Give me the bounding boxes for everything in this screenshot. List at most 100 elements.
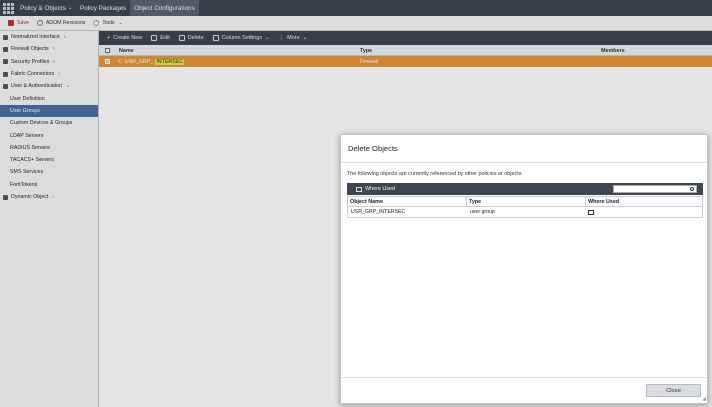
sidebar-item-user-authentication[interactable]: User & Authentication ⌄: [0, 80, 98, 92]
sidebar-item-label: TACACS+ Servers: [10, 157, 54, 164]
header-object-name[interactable]: Object Name: [348, 197, 383, 207]
where-used-icon: [356, 186, 362, 192]
adom-revisions-label: ADOM Revisions: [45, 20, 86, 26]
dialog-search-input[interactable]: [613, 185, 697, 193]
row-type-cell: Firewall: [360, 58, 379, 65]
trash-icon: [178, 35, 185, 41]
dialog-table-row[interactable]: USR_GRP_INTERSEC user group: [348, 207, 702, 217]
row-name-cell: ⚇ USR_GRP_ INTERSEC: [118, 56, 185, 67]
dialog-table-header: Object Name Type Where Used: [348, 197, 702, 207]
sidebar-item-radius-servers[interactable]: RADIUS Servers: [0, 142, 98, 154]
tools-menu[interactable]: Tools ⌄: [93, 20, 123, 26]
chevron-down-icon: ⌄: [118, 20, 123, 26]
search-icon: [690, 187, 694, 191]
column-settings-label: Column Settings: [221, 35, 263, 41]
interface-icon: [3, 34, 8, 40]
nav-object-configurations-label: Object Configurations: [134, 4, 195, 12]
sidebar-item-tacacs-servers[interactable]: TACACS+ Servers: [0, 154, 98, 166]
sidebar-item-label: Normalized Interface: [11, 34, 60, 41]
nav-policy-objects[interactable]: Policy & Objects ⌄: [16, 0, 76, 16]
delete-objects-dialog: Delete Objects The following objects are…: [340, 134, 708, 404]
header-where-used[interactable]: Where Used: [585, 197, 619, 207]
sidebar-item-firewall-objects[interactable]: Firewall Objects ›: [0, 43, 98, 55]
delete-button[interactable]: Delete: [178, 35, 204, 41]
save-icon: [8, 20, 14, 26]
sidebar-item-label: User & Authentication: [11, 83, 62, 90]
chevron-right-icon: ›: [52, 194, 55, 200]
revisions-icon: [36, 20, 43, 26]
edit-icon: [151, 35, 158, 41]
dialog-toolbar: Where Used: [347, 183, 703, 195]
sidebar-item-label: Security Profiles: [11, 58, 50, 65]
chevron-down-icon: ⌄: [265, 35, 270, 41]
adom-revisions-button[interactable]: ADOM Revisions: [36, 20, 86, 26]
nav-policy-packages[interactable]: Policy Packages: [76, 0, 130, 16]
sidebar-item-dynamic-object[interactable]: Dynamic Object ›: [0, 191, 98, 203]
nav-policy-packages-label: Policy Packages: [80, 4, 127, 12]
more-vertical-icon: ⋮: [278, 35, 285, 41]
more-button[interactable]: ⋮ More ⌄: [279, 35, 308, 41]
user-group-icon: ⚇: [118, 58, 123, 65]
sidebar-item-fabric-connectors[interactable]: Fabric Connectors ›: [0, 68, 98, 80]
columns-icon: [212, 35, 219, 41]
sidebar-item-security-profiles[interactable]: Security Profiles ›: [0, 56, 98, 68]
create-new-button[interactable]: + Create New: [107, 35, 142, 41]
checkbox-icon: [105, 48, 110, 53]
chevron-right-icon: ›: [52, 46, 55, 53]
save-button[interactable]: Save: [8, 20, 29, 26]
sidebar-item-user-groups[interactable]: User Groups: [0, 104, 98, 118]
firewall-icon: [3, 46, 8, 52]
chevron-right-icon: ›: [53, 58, 55, 65]
dialog-message: The following objects are currently refe…: [347, 171, 523, 177]
sidebar-item-normalized-interface[interactable]: Normalized Interface ›: [0, 31, 98, 43]
sidebar-item-label: User Groups: [10, 107, 41, 114]
sidebar-item-user-definition[interactable]: User Definition: [0, 92, 98, 104]
sidebar-item-custom-devices-groups[interactable]: Custom Devices & Groups: [0, 117, 98, 129]
checkbox-icon: [105, 59, 110, 64]
sidebar-item-label: Firewall Objects: [11, 46, 49, 53]
nav-object-configurations[interactable]: Object Configurations: [130, 0, 199, 16]
dialog-title: Delete Objects: [341, 135, 707, 163]
connector-icon: [3, 71, 8, 77]
edit-button[interactable]: Edit: [151, 35, 170, 41]
user-icon: [3, 83, 8, 89]
sidebar-item-label: User Definition: [10, 95, 45, 102]
chevron-right-icon: ›: [58, 71, 60, 78]
cell-object-name: USR_GRP_INTERSEC: [351, 209, 406, 215]
sidebar-item-sms-services[interactable]: SMS Services: [0, 166, 98, 178]
sidebar-item-ldap-servers[interactable]: LDAP Servers: [0, 129, 98, 141]
create-new-label: Create New: [113, 35, 143, 41]
toolbar: Save ADOM Revisions Tools ⌄: [0, 16, 712, 31]
header-members[interactable]: Members: [601, 45, 625, 56]
plus-icon: +: [107, 35, 111, 41]
action-bar: + Create New Edit Delete Column Settings…: [99, 31, 712, 45]
sidebar-item-label: Custom Devices & Groups: [10, 120, 73, 127]
sidebar-item-label: SMS Services: [10, 169, 44, 176]
dialog-footer: Close: [341, 377, 707, 403]
header-name[interactable]: Name: [119, 45, 134, 56]
close-button[interactable]: Close: [646, 384, 701, 397]
chevron-down-icon: ⌄: [302, 35, 308, 41]
header-type[interactable]: Type: [466, 197, 586, 207]
chevron-down-icon: ⌄: [67, 5, 73, 11]
chevron-right-icon: ›: [63, 34, 66, 41]
sidebar-item-fortitokens[interactable]: FortiTokens: [0, 179, 98, 191]
tools-label: Tools: [102, 20, 115, 26]
sidebar-item-label: LDAP Servers: [10, 132, 44, 139]
cell-type: user group: [470, 209, 495, 215]
table-row[interactable]: ⚇ USR_GRP_ INTERSEC Firewall: [99, 56, 712, 67]
row-checkbox[interactable]: [105, 56, 110, 67]
nav-policy-objects-label: Policy & Objects: [20, 4, 66, 12]
shield-icon: [3, 59, 8, 65]
sidebar: Normalized Interface › Firewall Objects …: [0, 31, 99, 407]
app-grid-icon[interactable]: [0, 0, 16, 16]
cell-where-used[interactable]: [586, 207, 594, 217]
where-used-button[interactable]: Where Used: [365, 186, 395, 192]
top-nav-bar: Policy & Objects ⌄ Policy Packages Objec…: [0, 0, 712, 16]
resize-handle-icon[interactable]: ◢: [702, 396, 706, 402]
sidebar-item-label: RADIUS Servers: [10, 144, 50, 151]
select-all-checkbox[interactable]: [105, 45, 110, 56]
gear-icon: [93, 20, 100, 26]
column-settings-button[interactable]: Column Settings ⌄: [212, 35, 270, 41]
header-type[interactable]: Type: [360, 45, 372, 56]
